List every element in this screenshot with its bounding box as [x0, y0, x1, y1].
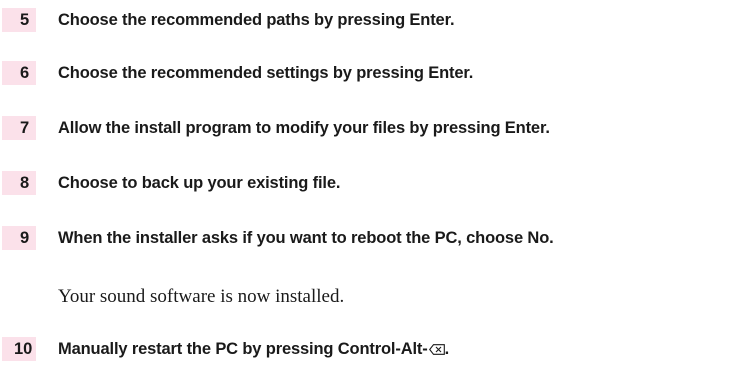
step-number-highlight	[2, 61, 36, 85]
step-number: 8	[20, 174, 30, 192]
instruction-page: 5 Choose the recommended paths by pressi…	[0, 0, 745, 370]
step-text-suffix: .	[444, 340, 450, 358]
step-number: 6	[20, 64, 30, 82]
step-text: Choose the recommended settings by press…	[58, 64, 474, 82]
step-number-highlight	[2, 171, 36, 195]
step-text: When the installer asks if you want to r…	[58, 229, 554, 247]
delete-key-icon	[428, 344, 445, 355]
step-number-highlight	[2, 8, 36, 32]
step-number-highlight	[2, 116, 36, 140]
step-10: 10 Manually restart the PC by pressing C…	[0, 337, 745, 361]
step-text: Allow the install program to modify your…	[58, 119, 550, 137]
step-text: Choose to back up your existing file.	[58, 174, 341, 192]
step-number: 10	[14, 340, 33, 358]
step-number-highlight	[2, 226, 36, 250]
step-7: 7 Allow the install program to modify yo…	[0, 116, 745, 140]
step-number: 7	[20, 119, 30, 137]
step-number: 9	[20, 229, 30, 247]
step-5: 5 Choose the recommended paths by pressi…	[0, 8, 745, 32]
step-text: Choose the recommended paths by pressing…	[58, 11, 455, 29]
step-number: 5	[20, 11, 30, 29]
step-9: 9 When the installer asks if you want to…	[0, 226, 745, 250]
step-text: Manually restart the PC by pressing Cont…	[58, 340, 428, 358]
step-text-wrapper: Manually restart the PC by pressing Cont…	[58, 340, 449, 358]
note-text: Your sound software is now installed.	[58, 286, 345, 307]
step-8: 8 Choose to back up your existing file.	[0, 171, 745, 195]
step-6: 6 Choose the recommended settings by pre…	[0, 61, 745, 85]
